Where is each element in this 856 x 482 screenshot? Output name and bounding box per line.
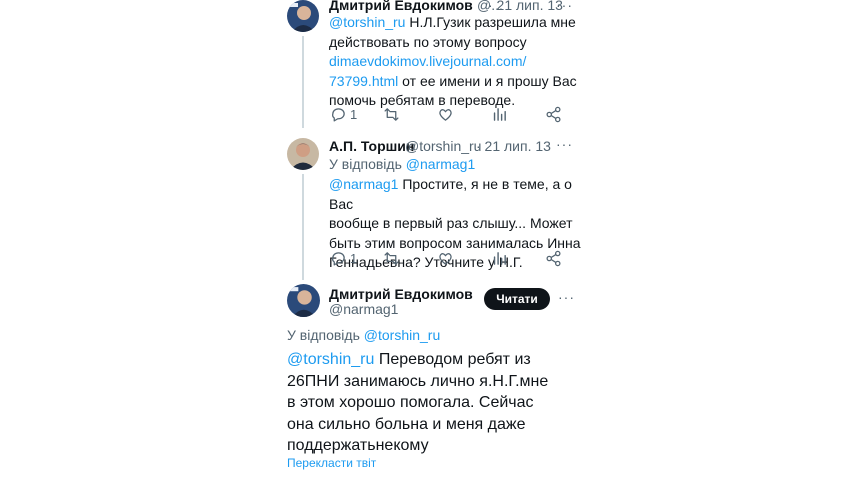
views-icon	[493, 252, 506, 265]
avatar[interactable]	[287, 138, 319, 170]
tweet-date[interactable]: · 21 лип. 13	[488, 0, 563, 13]
tweet-date[interactable]: · 21 лип. 13	[476, 138, 551, 154]
url-link[interactable]: dimaevdokimov.livejournal.com/	[329, 52, 589, 72]
retweet-icon	[384, 108, 399, 121]
mention-link[interactable]: @torshin_ru	[287, 351, 374, 368]
avatar[interactable]	[287, 284, 320, 317]
author-name[interactable]: Дмитрий Евдокимов	[329, 286, 473, 302]
more-icon[interactable]: ···	[556, 0, 573, 13]
url-link-cont[interactable]: 73799.html	[329, 73, 398, 89]
share-icon	[546, 106, 561, 123]
reply-button[interactable]: 1	[330, 250, 357, 267]
reply-to-label: У відповідь	[329, 156, 402, 172]
thread-line	[302, 174, 304, 280]
author-name[interactable]: Дмитрий Евдокимов	[329, 0, 473, 13]
author-name[interactable]: А.П. Торшин	[329, 138, 414, 154]
reply-to-handle[interactable]: @torshin_ru	[364, 327, 440, 343]
author-handle[interactable]: @narmag1	[329, 301, 398, 317]
thread-line	[302, 36, 304, 128]
reply-icon	[332, 108, 345, 122]
views-button[interactable]	[491, 250, 508, 267]
tweet-text: @torshin_ru Н.Л.Гузик разрешила мне дейс…	[329, 13, 589, 111]
more-icon[interactable]: ···	[558, 289, 575, 305]
reply-to-line: У відповідь @narmag1	[329, 155, 475, 175]
share-icon	[546, 250, 561, 267]
like-icon	[439, 109, 452, 121]
like-icon	[439, 253, 452, 265]
share-button[interactable]	[545, 250, 562, 267]
retweet-button[interactable]	[383, 250, 400, 267]
translate-link[interactable]: Перекласти твіт	[287, 456, 376, 470]
reply-count: 1	[350, 251, 358, 266]
share-button[interactable]	[545, 106, 562, 123]
reply-count: 1	[350, 107, 358, 122]
author-handle[interactable]: @torshin_ru	[405, 138, 481, 154]
reply-to-handle[interactable]: @narmag1	[406, 156, 475, 172]
reply-to-label: У відповідь	[287, 327, 360, 343]
more-icon[interactable]: ···	[556, 136, 573, 152]
tweet-thread: Дмитрий Евдокимов @... · 21 лип. 13 ··· …	[0, 0, 856, 482]
reply-button[interactable]: 1	[330, 106, 357, 123]
avatar[interactable]	[287, 0, 319, 32]
tweet-text: @torshin_ru Переводом ребят из 26ПНИ зан…	[287, 351, 549, 454]
like-button[interactable]	[437, 106, 454, 123]
retweet-icon	[384, 252, 399, 265]
views-button[interactable]	[491, 106, 508, 123]
retweet-button[interactable]	[383, 106, 400, 123]
mention-link[interactable]: @torshin_ru	[329, 14, 405, 30]
reply-to-line: У відповідь @torshin_ru	[287, 326, 440, 346]
mention-link[interactable]: @narmag1	[329, 176, 398, 192]
views-icon	[493, 108, 506, 121]
reply-icon	[332, 252, 345, 266]
follow-button[interactable]: Читати	[484, 288, 550, 310]
like-button[interactable]	[437, 250, 454, 267]
